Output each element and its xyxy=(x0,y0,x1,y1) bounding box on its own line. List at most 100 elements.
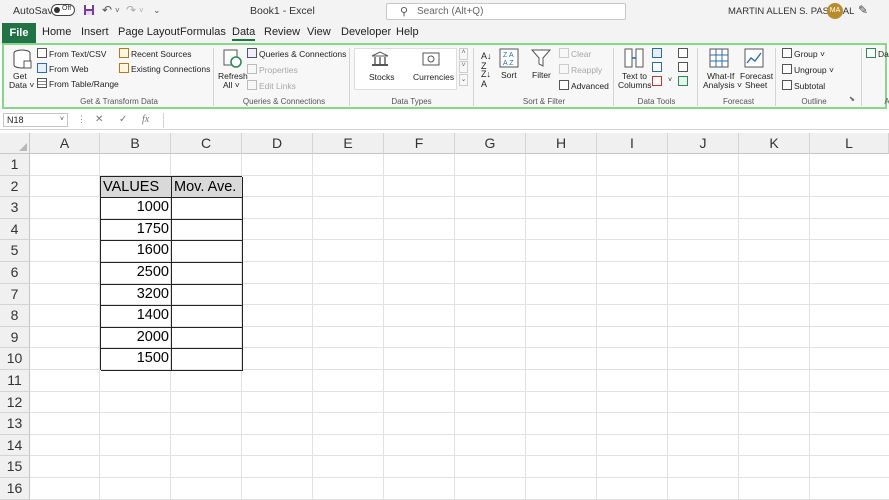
advanced-filter-button[interactable]: Advanced xyxy=(559,80,609,91)
enter-icon[interactable]: ✓ xyxy=(119,114,127,125)
row-header-9[interactable]: 9 xyxy=(0,326,30,349)
group-button[interactable]: Group ˅ xyxy=(782,48,825,59)
reapply-button[interactable]: Reapply xyxy=(559,64,602,75)
what-if-analysis-button[interactable] xyxy=(709,48,729,71)
tab-file[interactable]: File xyxy=(2,23,36,43)
refresh-all-button[interactable] xyxy=(223,49,243,72)
save-icon[interactable] xyxy=(83,4,95,17)
from-web-button[interactable]: From Web xyxy=(37,63,89,74)
name-box[interactable]: N18 ˅ xyxy=(3,113,68,127)
data-validation-icon[interactable] xyxy=(652,76,664,87)
cell-b4[interactable]: 1750 xyxy=(100,221,169,237)
table-cell[interactable] xyxy=(172,219,243,242)
tab-formulas[interactable]: Formulas xyxy=(180,26,226,38)
properties-button[interactable]: Properties xyxy=(247,64,298,75)
undo-icon[interactable]: ↶ xyxy=(102,4,112,17)
tab-home[interactable]: Home xyxy=(42,26,71,38)
row-header-14[interactable]: 14 xyxy=(0,434,30,457)
data-validation-dropdown-icon[interactable]: ˅ xyxy=(668,77,672,84)
redo-dropdown-icon[interactable]: ˅ xyxy=(139,4,144,17)
cell-c2[interactable]: Mov. Ave. xyxy=(174,179,236,195)
cell-b10[interactable]: 1500 xyxy=(100,350,169,366)
row-header-8[interactable]: 8 xyxy=(0,305,30,327)
from-table-range-button[interactable]: From Table/Range xyxy=(37,78,119,89)
manage-data-model-icon[interactable] xyxy=(678,76,690,87)
table-cell[interactable] xyxy=(172,306,243,328)
column-header-k[interactable]: K xyxy=(739,133,810,154)
tab-review[interactable]: Review xyxy=(264,26,300,38)
formula-bar-grip-icon[interactable]: ⋮ xyxy=(77,114,86,125)
cell-b5[interactable]: 1600 xyxy=(100,242,169,258)
get-data-button[interactable] xyxy=(12,49,32,72)
avatar[interactable]: MA xyxy=(827,3,843,19)
column-header-j[interactable]: J xyxy=(668,133,739,154)
cell-b7[interactable]: 3200 xyxy=(100,286,169,302)
row-header-2[interactable]: 2 xyxy=(0,175,30,198)
cell-b9[interactable]: 2000 xyxy=(100,329,169,345)
search-box[interactable]: ⚲ Search (Alt+Q) xyxy=(386,3,626,20)
column-header-g[interactable]: G xyxy=(455,133,526,154)
consolidate-icon[interactable] xyxy=(678,48,690,59)
cancel-icon[interactable]: ✕ xyxy=(95,114,103,125)
forecast-sheet-button[interactable] xyxy=(744,48,764,71)
currencies-button[interactable] xyxy=(422,51,440,70)
recent-sources-button[interactable]: Recent Sources xyxy=(119,48,191,59)
customize-toolbar-icon[interactable]: ⌄ xyxy=(153,4,161,17)
outline-launcher-icon[interactable]: ⬊ xyxy=(849,95,855,103)
text-to-columns-button[interactable] xyxy=(624,48,644,71)
column-header-e[interactable]: E xyxy=(313,133,384,154)
pen-icon[interactable]: ✎ xyxy=(858,3,868,17)
data-analysis-button[interactable]: Dat xyxy=(866,48,889,59)
column-header-a[interactable]: A xyxy=(30,133,100,154)
redo-icon[interactable]: ↷ xyxy=(126,4,136,17)
undo-dropdown-icon[interactable]: ˅ xyxy=(115,4,120,17)
column-header-i[interactable]: I xyxy=(597,133,668,154)
insert-function-icon[interactable]: fx xyxy=(142,114,149,125)
row-header-12[interactable]: 12 xyxy=(0,391,30,414)
stocks-button[interactable] xyxy=(371,51,389,70)
tab-view[interactable]: View xyxy=(307,26,331,38)
subtotal-button[interactable]: Subtotal xyxy=(782,80,825,91)
autosave-toggle[interactable]: Off xyxy=(51,4,75,16)
cell-b3[interactable]: 1000 xyxy=(100,199,169,215)
column-header-d[interactable]: D xyxy=(242,133,313,154)
row-header-5[interactable]: 5 xyxy=(0,240,30,262)
cell-b8[interactable]: 1400 xyxy=(100,307,169,323)
flash-fill-icon[interactable] xyxy=(652,48,664,59)
column-header-h[interactable]: H xyxy=(526,133,597,154)
tab-developer[interactable]: Developer xyxy=(341,26,391,38)
column-header-b[interactable]: B xyxy=(100,133,171,154)
tab-page-layout[interactable]: Page Layout xyxy=(118,26,180,38)
row-header-15[interactable]: 15 xyxy=(0,456,30,478)
queries-connections-button[interactable]: Queries & Connections xyxy=(247,48,346,59)
select-all-button[interactable] xyxy=(0,133,30,154)
worksheet-grid[interactable]: ABCDEFGHIJKL 1 2 3 4 5 6 7 8 9 10 11 12 13 14 15 16 VAL… xyxy=(0,133,889,500)
tab-insert[interactable]: Insert xyxy=(81,26,109,38)
ungroup-button[interactable]: Ungroup ˅ xyxy=(782,64,834,75)
sort-za-icon[interactable]: Z↓ A xyxy=(481,69,491,89)
row-header-3[interactable]: 3 xyxy=(0,197,30,219)
column-header-l[interactable]: L xyxy=(810,133,889,154)
edit-links-button[interactable]: Edit Links xyxy=(247,80,296,91)
table-cell[interactable] xyxy=(172,198,243,220)
gallery-more-icon[interactable]: ⌄ xyxy=(459,74,468,86)
filter-button[interactable] xyxy=(530,48,552,71)
table-cell[interactable] xyxy=(172,241,243,263)
column-header-c[interactable]: C xyxy=(171,133,242,154)
row-header-7[interactable]: 7 xyxy=(0,283,30,306)
sort-button[interactable]: Z AA Z xyxy=(499,48,519,71)
existing-connections-button[interactable]: Existing Connections xyxy=(119,63,210,74)
table-cell[interactable] xyxy=(172,349,243,371)
gallery-down-icon[interactable]: ˅ xyxy=(459,61,468,73)
relationships-icon[interactable] xyxy=(678,62,690,73)
row-header-13[interactable]: 13 xyxy=(0,413,30,435)
row-header-1[interactable]: 1 xyxy=(0,154,30,176)
cell-b6[interactable]: 2500 xyxy=(100,264,169,280)
table-cell[interactable] xyxy=(172,262,243,285)
row-header-11[interactable]: 11 xyxy=(0,370,30,392)
clear-filter-button[interactable]: Clear xyxy=(559,48,591,59)
cell-b2[interactable]: VALUES xyxy=(103,179,159,195)
row-header-10[interactable]: 10 xyxy=(0,348,30,370)
from-text-csv-button[interactable]: From Text/CSV xyxy=(37,48,106,59)
table-cell[interactable] xyxy=(172,327,243,350)
